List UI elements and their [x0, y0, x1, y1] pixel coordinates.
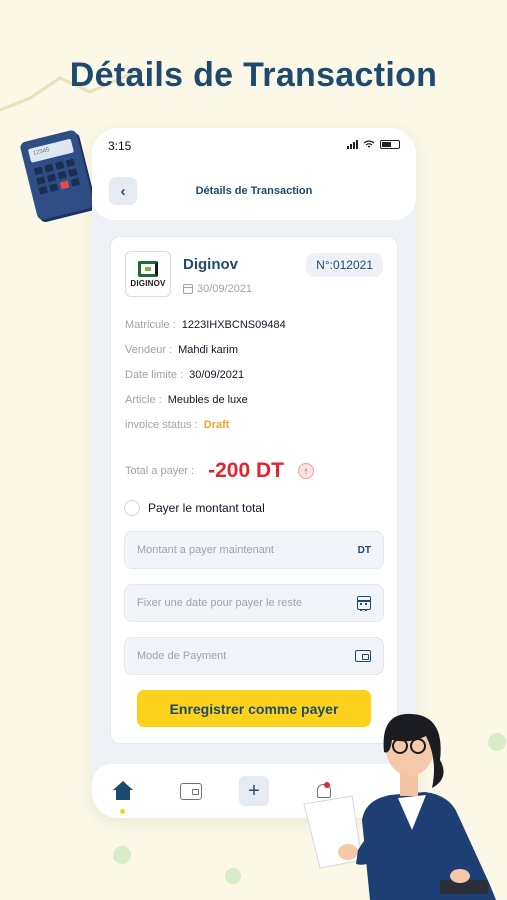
company-name: Diginov: [183, 256, 238, 273]
status-icons: [347, 140, 400, 149]
calculator-illustration: 12345: [19, 129, 95, 221]
tab-wallet[interactable]: [178, 778, 204, 804]
payment-mode-select[interactable]: Mode de Payment: [124, 637, 384, 675]
wifi-icon: [363, 140, 375, 148]
status-time: 3:15: [108, 139, 132, 153]
invoice-number-badge: N°:012021: [306, 253, 383, 277]
screen-title: Détails de Transaction: [195, 185, 313, 197]
total-row: Total a payer : -200 DT ↑: [125, 459, 314, 483]
wallet-icon: [180, 782, 202, 800]
invoice-date-text: 30/09/2021: [197, 283, 253, 295]
battery-icon: [380, 140, 400, 149]
detail-value: 30/09/2021: [189, 369, 245, 381]
amount-input[interactable]: Montant a payer maintenant DT: [124, 531, 384, 569]
tab-add[interactable]: +: [239, 776, 269, 806]
tab-home[interactable]: [110, 778, 136, 804]
invoice-card: DIGINOV Diginov 30/09/2021 N°:012021 Mat…: [110, 236, 398, 744]
invoice-date: 30/09/2021: [183, 283, 252, 295]
currency-suffix: DT: [357, 544, 371, 556]
calendar-icon: [357, 596, 371, 611]
plus-icon: +: [239, 776, 269, 806]
detail-label: invoice status :: [125, 419, 198, 431]
decorative-dot: [225, 868, 241, 884]
pay-full-option[interactable]: Payer le montant total: [124, 500, 265, 516]
app-header: 3:15 ‹ Détails de Transaction: [92, 128, 416, 220]
calendar-icon: [183, 284, 193, 294]
total-label: Total a payer :: [125, 465, 195, 477]
detail-value: 1223IHXBCNS09484: [181, 319, 286, 331]
amount-placeholder: Montant a payer maintenant: [137, 544, 274, 556]
company-logo: DIGINOV: [125, 251, 171, 297]
detail-label: Vendeur :: [125, 344, 173, 356]
businesswoman-illustration: [303, 713, 496, 900]
detail-value: Meubles de luxe: [167, 394, 248, 406]
detail-row-status: invoice status : Draft: [125, 419, 229, 431]
total-amount: -200 DT: [208, 459, 284, 482]
remaining-date-placeholder: Fixer une date pour payer le reste: [137, 597, 303, 609]
detail-row-date-limite: Date limite : 30/09/2021: [125, 369, 244, 381]
pay-full-radio[interactable]: [124, 500, 140, 516]
page-headline: Détails de Transaction: [69, 56, 438, 94]
detail-value: Mahdi karim: [178, 344, 238, 356]
payment-mode-placeholder: Mode de Payment: [137, 650, 227, 662]
decorative-dot: [113, 846, 131, 864]
detail-label: Date limite :: [125, 369, 184, 381]
detail-row-matricule: Matricule : 1223IHXBCNS09484: [125, 319, 286, 331]
remaining-date-input[interactable]: Fixer une date pour payer le reste: [124, 584, 384, 622]
detail-label: Matricule :: [125, 319, 176, 331]
detail-row-article: Article : Meubles de luxe: [125, 394, 248, 406]
status-badge: Draft: [203, 419, 230, 431]
detail-row-vendeur: Vendeur : Mahdi karim: [125, 344, 238, 356]
wallet-icon: [355, 650, 371, 662]
home-icon: [112, 781, 134, 801]
company-logo-text: DIGINOV: [130, 278, 166, 288]
detail-label: Article :: [125, 394, 162, 406]
arrow-up-circle-icon: ↑: [297, 463, 314, 479]
active-tab-indicator: [120, 809, 125, 814]
pay-full-label: Payer le montant total: [148, 501, 265, 515]
signal-icon: [347, 140, 358, 149]
